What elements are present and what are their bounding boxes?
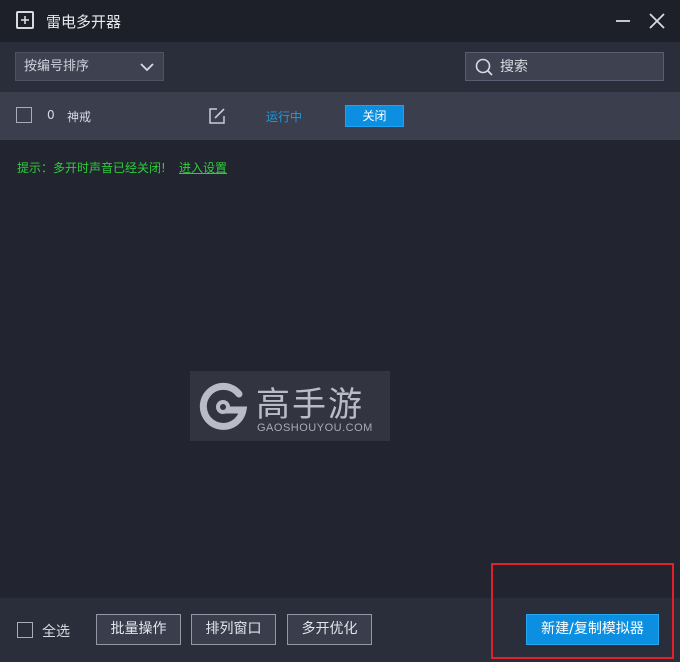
minimize-button[interactable] xyxy=(614,12,632,30)
sound-off-hint: 提示：多开时声音已经关闭! xyxy=(17,161,166,175)
window-title: 雷电多开器 xyxy=(46,13,122,31)
add-window-icon xyxy=(16,11,34,29)
close-icon xyxy=(649,13,665,29)
sort-dropdown[interactable]: 按编号排序 xyxy=(15,52,164,81)
toolbar: 按编号排序 xyxy=(0,42,680,92)
search-icon xyxy=(475,58,493,76)
sort-dropdown-value: 按编号排序 xyxy=(24,59,90,74)
chevron-down-icon xyxy=(140,63,154,72)
footer-bar: 全选 批量操作 排列窗口 多开优化 新建/复制模拟器 xyxy=(0,598,680,662)
watermark-brand: 高手游 xyxy=(256,385,364,425)
search-input[interactable] xyxy=(500,56,655,77)
instance-index: 0 xyxy=(47,108,55,122)
instance-name: 神戒 xyxy=(67,110,92,124)
batch-operation-button[interactable]: 批量操作 xyxy=(96,614,181,645)
instance-checkbox[interactable] xyxy=(16,107,32,123)
multi-optimize-button[interactable]: 多开优化 xyxy=(287,614,372,645)
new-copy-emulator-button[interactable]: 新建/复制模拟器 xyxy=(526,614,659,645)
select-all-checkbox[interactable] xyxy=(17,622,33,638)
arrange-windows-button[interactable]: 排列窗口 xyxy=(191,614,276,645)
title-bar: 雷电多开器 xyxy=(0,0,680,42)
minimize-icon xyxy=(616,20,630,22)
close-window-button[interactable] xyxy=(648,12,666,30)
search-box[interactable] xyxy=(465,52,664,81)
watermark: 高手游 GAOSHOUYOU.COM xyxy=(190,371,390,441)
edit-icon[interactable] xyxy=(208,107,226,125)
instance-status: 运行中 xyxy=(266,110,303,124)
close-instance-button[interactable]: 关闭 xyxy=(345,105,404,127)
watermark-url: GAOSHOUYOU.COM xyxy=(257,422,373,434)
select-all-label: 全选 xyxy=(42,624,70,640)
settings-link[interactable]: 进入设置 xyxy=(179,159,227,176)
watermark-logo-icon xyxy=(199,382,248,430)
instance-row: 0 神戒 运行中 关闭 xyxy=(0,92,680,140)
